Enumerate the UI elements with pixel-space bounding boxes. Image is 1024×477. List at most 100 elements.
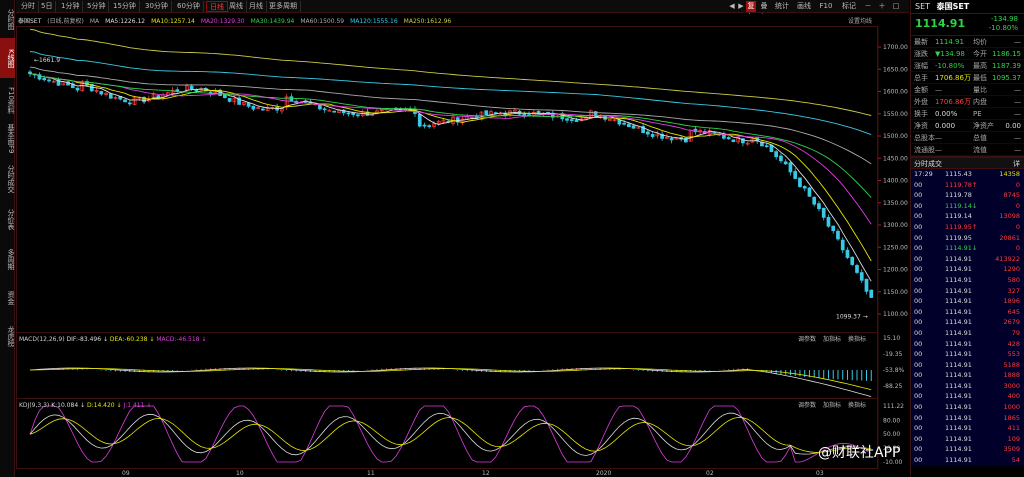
- legend-ma-item: MA20:1329.30: [200, 18, 245, 25]
- tick-volume: 5188: [1003, 360, 1020, 369]
- candle-body: [484, 110, 489, 116]
- kdj-button-0[interactable]: 调参数: [798, 401, 816, 409]
- macd-button-2[interactable]: 换指标: [848, 335, 866, 343]
- left-tab-3[interactable]: 基本面F9: [0, 122, 15, 156]
- tick-row: 00 1114.91 411: [911, 423, 1024, 434]
- candle-body: [189, 85, 194, 90]
- left-tab-8[interactable]: 龙虎榜: [0, 318, 15, 354]
- candle-body: [855, 265, 859, 273]
- toolbar-button-8[interactable]: □: [890, 1, 902, 12]
- period-tab-10[interactable]: 更多周期: [266, 1, 301, 12]
- tick-price: 1114.91: [945, 265, 972, 274]
- tick-time: 00: [914, 413, 923, 422]
- macd-value: MACD:-46.518 ↓: [156, 336, 206, 343]
- nav-arrow-1[interactable]: ▶: [737, 1, 745, 12]
- tick-row: 00 1114.91 3509: [911, 444, 1024, 456]
- last-price: 1114.91: [915, 17, 966, 30]
- left-tab-1[interactable]: K线图: [0, 38, 15, 78]
- candle-body: [332, 110, 337, 113]
- quote-label: 今开: [973, 50, 987, 58]
- tick-volume: 327: [1007, 286, 1020, 295]
- tick-row: 00 1119.78↑ 0: [911, 179, 1024, 191]
- period-tab-7[interactable]: 日线: [206, 1, 228, 12]
- quote-row: 换手 0.00% PE —: [911, 108, 1024, 120]
- quote-value: 1186.15: [992, 50, 1021, 58]
- tick-price: 1114.91: [945, 424, 972, 433]
- period-tab-9[interactable]: 月线: [246, 1, 267, 12]
- ticks-list[interactable]: 17:29 1115.43 14358 00 1119.78↑ 0 00 1119.78 874…: [911, 169, 1024, 466]
- quote-value: 1095.37: [992, 74, 1021, 82]
- tick-row: 17:29 1115.43 14358: [911, 169, 1024, 180]
- tick-time: 00: [914, 275, 923, 284]
- x-tick-label: 2020: [596, 470, 611, 477]
- toolbar-button-0[interactable]: 复权: [746, 1, 756, 21]
- candle-body: [817, 203, 821, 210]
- tick-volume: 109: [1007, 434, 1020, 443]
- macd-button-1[interactable]: 加指标: [823, 335, 841, 343]
- chart-area[interactable]: 1700.00 1650.00 1600.00 1550.00 1500.00 1450.…: [16, 14, 909, 477]
- quote-row: 最新 1114.91 均价 —: [911, 36, 1024, 48]
- tick-price: 1114.91: [945, 275, 972, 284]
- ma-settings-button[interactable]: 设置均线: [848, 16, 872, 25]
- candle-body: [669, 138, 674, 141]
- tick-row: 00 1119.95 20861: [911, 232, 1024, 244]
- candle-body: [123, 99, 127, 103]
- tick-row: 00 1114.91 1888: [911, 370, 1024, 381]
- candle-body: [807, 187, 812, 197]
- left-tab-4[interactable]: 分时成交: [0, 160, 15, 198]
- candle-body: [812, 196, 817, 205]
- macd-legend: MACD(12,26,9) DIF:-83.496 ↓ DEA:-60.238 …: [19, 336, 206, 343]
- left-tab-0[interactable]: 分时图: [0, 2, 15, 36]
- x-tick-label: 10: [236, 470, 244, 477]
- toolbar-button-2[interactable]: 统计: [772, 1, 792, 12]
- candle-body: [821, 207, 826, 218]
- toolbar-button-7[interactable]: ＋: [876, 1, 888, 12]
- toolbar-button-6[interactable]: －: [862, 1, 874, 12]
- period-tab-4[interactable]: 15分钟: [110, 1, 140, 12]
- x-tick-label: 11: [367, 470, 375, 477]
- left-tab-5[interactable]: 分价表: [0, 202, 15, 236]
- macd-button-0[interactable]: 调参数: [798, 335, 816, 343]
- period-tab-3[interactable]: 5分钟: [84, 1, 110, 12]
- quote-label: 流通股: [914, 146, 935, 154]
- y-tick-label: 1400.00: [883, 178, 908, 185]
- quote-label: 均价: [973, 38, 987, 46]
- nav-arrow-0[interactable]: ◀: [728, 1, 736, 12]
- legend-ma-item: MA5:1226.12: [105, 18, 146, 25]
- period-tab-6[interactable]: 60分钟: [174, 1, 204, 12]
- candle-body: [627, 123, 631, 128]
- quote-value: —: [935, 86, 942, 94]
- x-tick-label: 02: [706, 470, 714, 477]
- y-tick-label: 1300.00: [883, 222, 908, 229]
- toolbar-button-4[interactable]: F10: [816, 1, 836, 12]
- macd-value: DIF:-83.496 ↓: [66, 336, 109, 343]
- toolbar-button-5[interactable]: 标记: [838, 1, 860, 12]
- tick-row: 00 1114.91 645: [911, 306, 1024, 318]
- kdj-button-2[interactable]: 换指标: [848, 401, 866, 409]
- candle-body: [108, 93, 113, 99]
- candle-body: [127, 102, 132, 105]
- toolbar-button-3[interactable]: 画线: [794, 1, 814, 12]
- kdj-button-1[interactable]: 加指标: [823, 401, 841, 409]
- candle-body: [788, 162, 793, 173]
- tick-time: 00: [914, 254, 923, 263]
- tick-time: 00: [914, 445, 923, 454]
- period-tab-8[interactable]: 周线: [226, 1, 247, 12]
- period-tab-1[interactable]: 5日: [38, 1, 57, 12]
- candle-body: [99, 91, 104, 95]
- chart-canvas[interactable]: 1700.00 1650.00 1600.00 1550.00 1500.00 1450.…: [16, 14, 909, 477]
- left-tab-2[interactable]: F10资料: [0, 82, 15, 118]
- macd-y-label: 15.10: [883, 335, 900, 342]
- candle-body: [793, 171, 798, 179]
- toolbar-button-1[interactable]: 叠加: [758, 1, 770, 21]
- period-tab-0[interactable]: 分时: [18, 1, 39, 12]
- quote-label: 量比: [973, 86, 987, 94]
- tick-row: 00 1114.91 327: [911, 285, 1024, 297]
- period-tab-5[interactable]: 30分钟: [142, 1, 172, 12]
- left-tab-7[interactable]: 资金: [0, 282, 15, 314]
- period-tab-2[interactable]: 1分钟: [58, 1, 84, 12]
- tick-time: 00: [914, 233, 923, 242]
- tick-volume: 14358: [999, 170, 1020, 178]
- left-tab-6[interactable]: 多周期: [0, 240, 15, 278]
- tick-volume: 20861: [999, 233, 1020, 242]
